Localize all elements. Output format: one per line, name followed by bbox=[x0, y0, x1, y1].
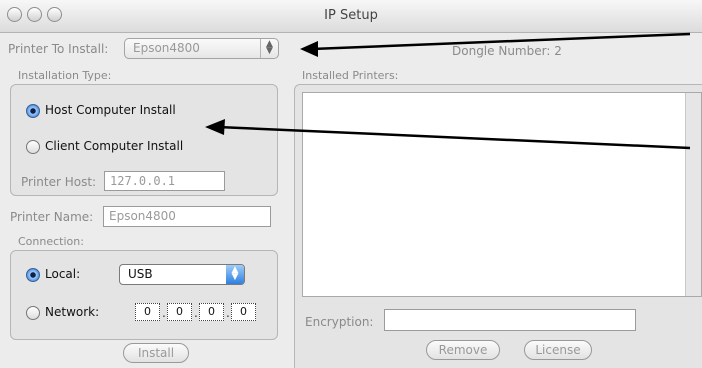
annotation-arrows bbox=[205, 32, 691, 150]
ip-setup-window: IP Setup Printer To Install: Epson4800 ▲… bbox=[0, 0, 702, 368]
arrow-to-installation-type bbox=[217, 125, 691, 150]
arrowhead-icon bbox=[300, 41, 318, 57]
arrowhead-icon bbox=[205, 119, 225, 135]
arrow-to-printer-popup bbox=[311, 32, 691, 51]
